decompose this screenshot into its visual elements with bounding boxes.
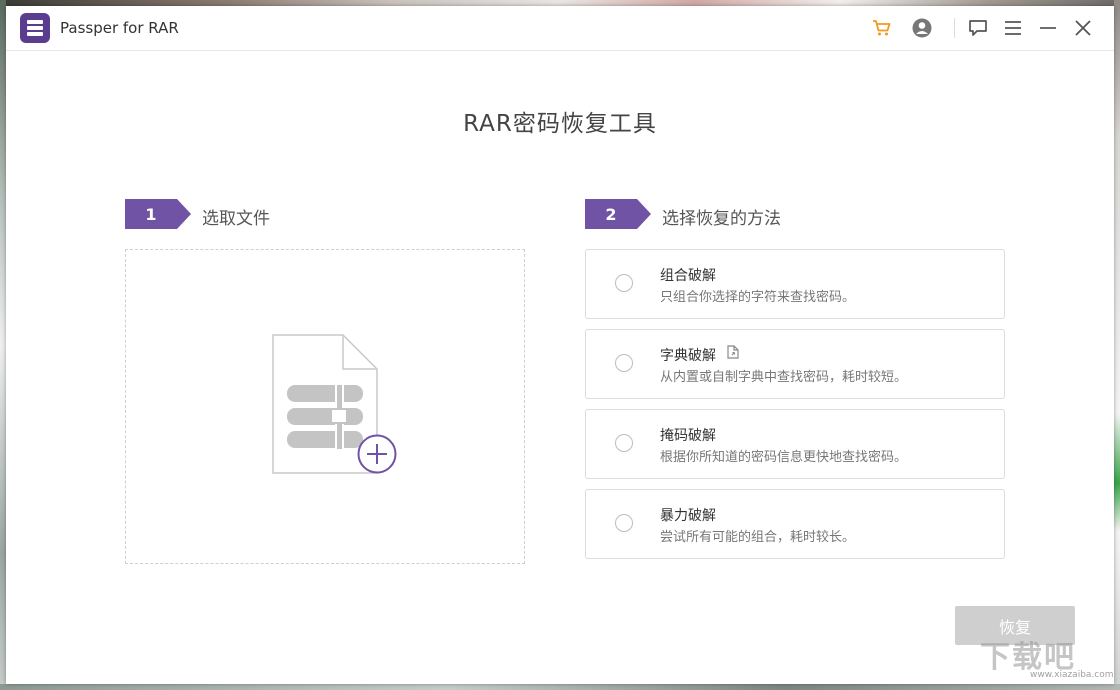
- desktop-background-right: [1114, 0, 1120, 690]
- method-description: 从内置或自制字典中查找密码，耗时较短。: [660, 370, 908, 385]
- add-file-icon[interactable]: [271, 333, 401, 475]
- document-icon[interactable]: [726, 345, 740, 359]
- file-drop-zone[interactable]: [125, 249, 525, 564]
- method-combination-radio[interactable]: [615, 274, 633, 292]
- close-icon[interactable]: [1071, 16, 1095, 40]
- method-title: 掩码破解: [660, 428, 716, 444]
- page-title: RAR密码恢复工具: [463, 111, 657, 137]
- cart-icon[interactable]: [870, 16, 894, 40]
- user-icon[interactable]: [910, 16, 934, 40]
- menu-icon[interactable]: [1001, 16, 1025, 40]
- method-title: 组合破解: [660, 268, 716, 284]
- step-1-number: 1: [125, 199, 177, 229]
- feedback-icon[interactable]: [966, 16, 990, 40]
- step-1-label: 选取文件: [202, 209, 270, 229]
- title-bar: Passper for RAR: [6, 6, 1114, 51]
- method-combination[interactable]: 组合破解 只组合你选择的字符来查找密码。: [585, 249, 1005, 319]
- step-2-number: 2: [585, 199, 637, 229]
- minimize-icon[interactable]: [1036, 16, 1060, 40]
- watermark-url: www.xiazaiba.com: [1030, 670, 1114, 680]
- method-mask[interactable]: 掩码破解 根据你所知道的密码信息更快地查找密码。: [585, 409, 1005, 479]
- titlebar-divider: [954, 18, 955, 38]
- method-description: 根据你所知道的密码信息更快地查找密码。: [660, 450, 908, 465]
- method-brute-force[interactable]: 暴力破解 尝试所有可能的组合，耗时较长。: [585, 489, 1005, 559]
- step-2-label: 选择恢复的方法: [662, 209, 781, 229]
- method-description: 只组合你选择的字符来查找密码。: [660, 290, 856, 305]
- method-dictionary-radio[interactable]: [615, 354, 633, 372]
- step-2-badge: 2: [585, 199, 651, 229]
- method-title: 字典破解: [660, 348, 716, 364]
- method-mask-radio[interactable]: [615, 434, 633, 452]
- method-title: 暴力破解: [660, 508, 716, 524]
- step-1-badge: 1: [125, 199, 191, 229]
- method-dictionary[interactable]: 字典破解 从内置或自制字典中查找密码，耗时较短。: [585, 329, 1005, 399]
- method-brute-force-radio[interactable]: [615, 514, 633, 532]
- app-title: Passper for RAR: [60, 19, 179, 37]
- app-logo: [20, 13, 50, 43]
- desktop-background-bottom: [0, 684, 1120, 690]
- method-description: 尝试所有可能的组合，耗时较长。: [660, 530, 856, 545]
- app-window: Passper for RAR RAR密码恢复工具 1 选取文件 2 选择恢复的…: [6, 6, 1114, 684]
